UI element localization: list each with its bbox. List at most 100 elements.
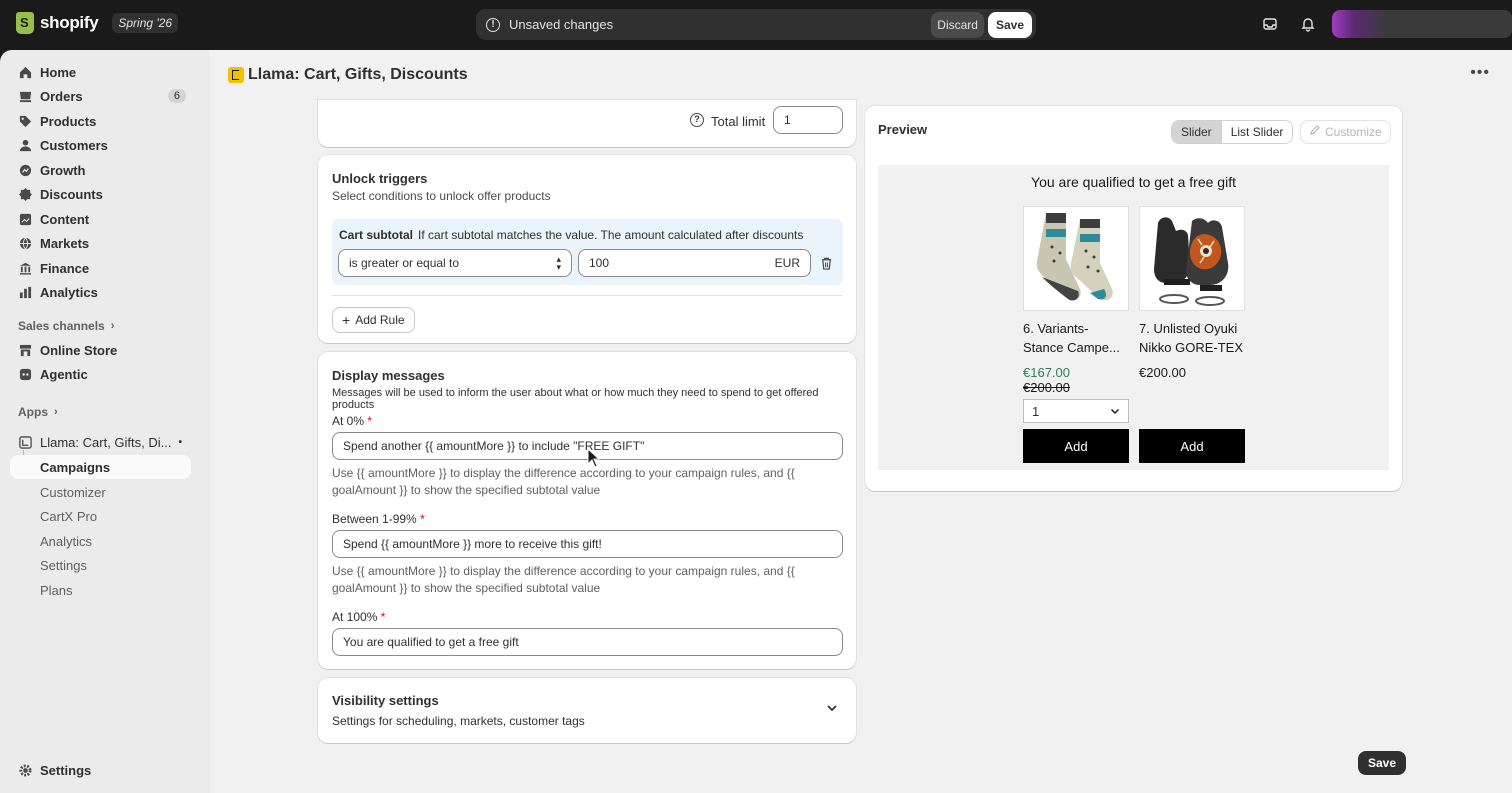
globe-icon: [18, 236, 32, 250]
product-name: 7. Unlisted Oyuki Nikko GORE-TEX: [1139, 319, 1245, 357]
unlock-triggers-card: Unlock triggers Select conditions to unl…: [318, 155, 856, 343]
sidebar-item-app-analytics[interactable]: Analytics: [40, 529, 92, 553]
sidebar-item-cartx-pro[interactable]: CartX Pro: [40, 504, 97, 528]
sales-channels-header[interactable]: Sales channels ›: [18, 319, 114, 333]
add-rule-label: Add Rule: [355, 313, 405, 327]
sales-channels-label: Sales channels: [18, 319, 105, 333]
between-input[interactable]: Spend {{ amountMore }} more to receive t…: [332, 530, 843, 558]
operator-value: is greater or equal to: [349, 256, 460, 270]
sidebar-item-campaigns[interactable]: Campaigns: [40, 455, 110, 479]
tab-slider[interactable]: Slider: [1172, 121, 1221, 143]
pin-dot-icon: •: [178, 436, 182, 448]
plus-icon: +: [342, 312, 351, 328]
sidebar-item-settings[interactable]: Settings: [10, 758, 190, 782]
product-image-socks[interactable]: [1023, 206, 1129, 311]
sidebar-item-plans[interactable]: Plans: [40, 578, 73, 602]
total-limit-input[interactable]: 1: [773, 106, 843, 134]
content-icon: [18, 212, 32, 226]
save-button-top[interactable]: Save: [987, 11, 1032, 38]
sidebar-item-content[interactable]: Content: [10, 207, 190, 231]
sidebar-item-customizer[interactable]: Customizer: [40, 480, 106, 504]
product-name-line: Stance Campe...: [1023, 340, 1120, 355]
field-label: At 100%: [332, 610, 378, 624]
sidebar-item-discounts[interactable]: Discounts: [10, 182, 190, 206]
discard-button[interactable]: Discard: [931, 11, 984, 38]
agentic-icon: [18, 367, 32, 381]
sale-price: €167.00: [1023, 365, 1070, 380]
sidebar-item-orders[interactable]: Orders 6: [10, 84, 190, 108]
shopify-bag-icon: [16, 12, 34, 34]
mouse-cursor: [587, 447, 601, 471]
sidebar-item-llama-app[interactable]: Llama: Cart, Gifts, Di... •: [10, 430, 190, 454]
store-icon: [18, 343, 32, 357]
unlock-triggers-title: Unlock triggers: [332, 171, 428, 186]
quantity-select[interactable]: 1: [1023, 399, 1129, 423]
product-name-line: 7. Unlisted Oyuki: [1139, 321, 1238, 336]
sidebar-item-label: Settings: [40, 762, 92, 778]
sidebar-item-label: Markets: [40, 235, 90, 251]
apps-header[interactable]: Apps ›: [18, 405, 58, 419]
operator-select[interactable]: is greater or equal to ▴ ▾: [338, 249, 572, 277]
app-icon: [18, 435, 32, 449]
apps-label: Apps: [18, 405, 48, 419]
home-icon: [18, 65, 32, 79]
chevron-down-icon[interactable]: [826, 702, 838, 717]
sidebar-item-label: Agentic: [40, 366, 88, 382]
sidebar-item-growth[interactable]: Growth: [10, 158, 190, 182]
add-button-product-7[interactable]: Add: [1139, 429, 1245, 463]
sidebar-item-app-settings[interactable]: Settings: [40, 553, 87, 577]
field-label: At 0%: [332, 414, 365, 428]
display-messages-card: Display messages Messages will be used t…: [318, 352, 856, 669]
help-line: goalAmount }} to show the specified subt…: [332, 483, 601, 497]
sidebar-item-label: Discounts: [40, 186, 103, 202]
sidebar-item-agentic[interactable]: Agentic: [10, 362, 190, 386]
tab-list-slider[interactable]: List Slider: [1220, 121, 1293, 143]
sidebar-item-label: Growth: [40, 162, 86, 178]
unsaved-message: Unsaved changes: [509, 17, 614, 32]
customize-button[interactable]: Customize: [1300, 120, 1391, 144]
account-menu[interactable]: [1332, 10, 1512, 38]
amount-input[interactable]: 100 EUR: [578, 249, 811, 277]
sidebar-item-online-store[interactable]: Online Store: [10, 338, 190, 362]
product-image-mitts[interactable]: [1139, 206, 1245, 311]
rule-box: Cart subtotal If cart subtotal matches t…: [332, 219, 843, 285]
bell-icon[interactable]: [1294, 10, 1322, 38]
edition-badge: Spring '26: [112, 13, 179, 33]
gear-icon: [18, 763, 32, 777]
pencil-icon: [1309, 125, 1320, 139]
sidebar-item-products[interactable]: Products: [10, 109, 190, 133]
preview-product: 7. Unlisted Oyuki Nikko GORE-TEX €200.00: [1139, 206, 1245, 380]
inbox-icon[interactable]: [1256, 10, 1284, 38]
sidebar-item-finance[interactable]: Finance: [10, 256, 190, 280]
trash-icon[interactable]: [820, 257, 833, 273]
preview-headline: You are qualified to get a free gift: [1031, 174, 1236, 190]
compare-price: €200.00: [1023, 380, 1070, 395]
alert-icon: !: [486, 17, 500, 32]
help-line: Use {{ amountMore }} to display the diff…: [332, 466, 795, 480]
display-messages-subtitle: Messages will be used to inform the user…: [332, 387, 819, 411]
at-100-input[interactable]: You are qualified to get a free gift: [332, 628, 843, 656]
sidebar-item-customers[interactable]: Customers: [10, 133, 190, 157]
shopify-logo[interactable]: shopify Spring '26: [16, 12, 179, 34]
add-button-product-6[interactable]: Add: [1023, 429, 1129, 463]
sidebar-item-markets[interactable]: Markets: [10, 231, 190, 255]
limit-card: ? Total limit 1: [318, 100, 856, 147]
visibility-settings-card[interactable]: Visibility settings Settings for schedul…: [318, 678, 856, 743]
add-rule-button[interactable]: + Add Rule: [332, 307, 415, 333]
unsaved-changes-bar: ! Unsaved changes Discard Save: [476, 9, 1036, 40]
sidebar-item-analytics[interactable]: Analytics: [10, 280, 190, 304]
between-help: Use {{ amountMore }} to display the diff…: [332, 563, 795, 597]
sidebar-item-home[interactable]: Home: [10, 60, 190, 84]
chevron-down-icon: [1110, 404, 1120, 419]
preview-mode-toggle: Slider List Slider: [1171, 120, 1294, 144]
product-name-line: Nikko GORE-TEX: [1139, 340, 1244, 355]
more-actions-icon[interactable]: •••: [1470, 64, 1490, 82]
at-0-label: At 0% *: [332, 414, 372, 428]
display-messages-title: Display messages: [332, 368, 445, 383]
tag-icon: [18, 114, 32, 128]
sidebar-item-label: Customers: [40, 137, 108, 153]
help-circle-icon: ?: [690, 113, 704, 127]
chevron-right-icon: ›: [110, 320, 115, 332]
save-button-bottom[interactable]: Save: [1358, 751, 1407, 775]
sidebar-item-label: Orders: [40, 88, 83, 104]
